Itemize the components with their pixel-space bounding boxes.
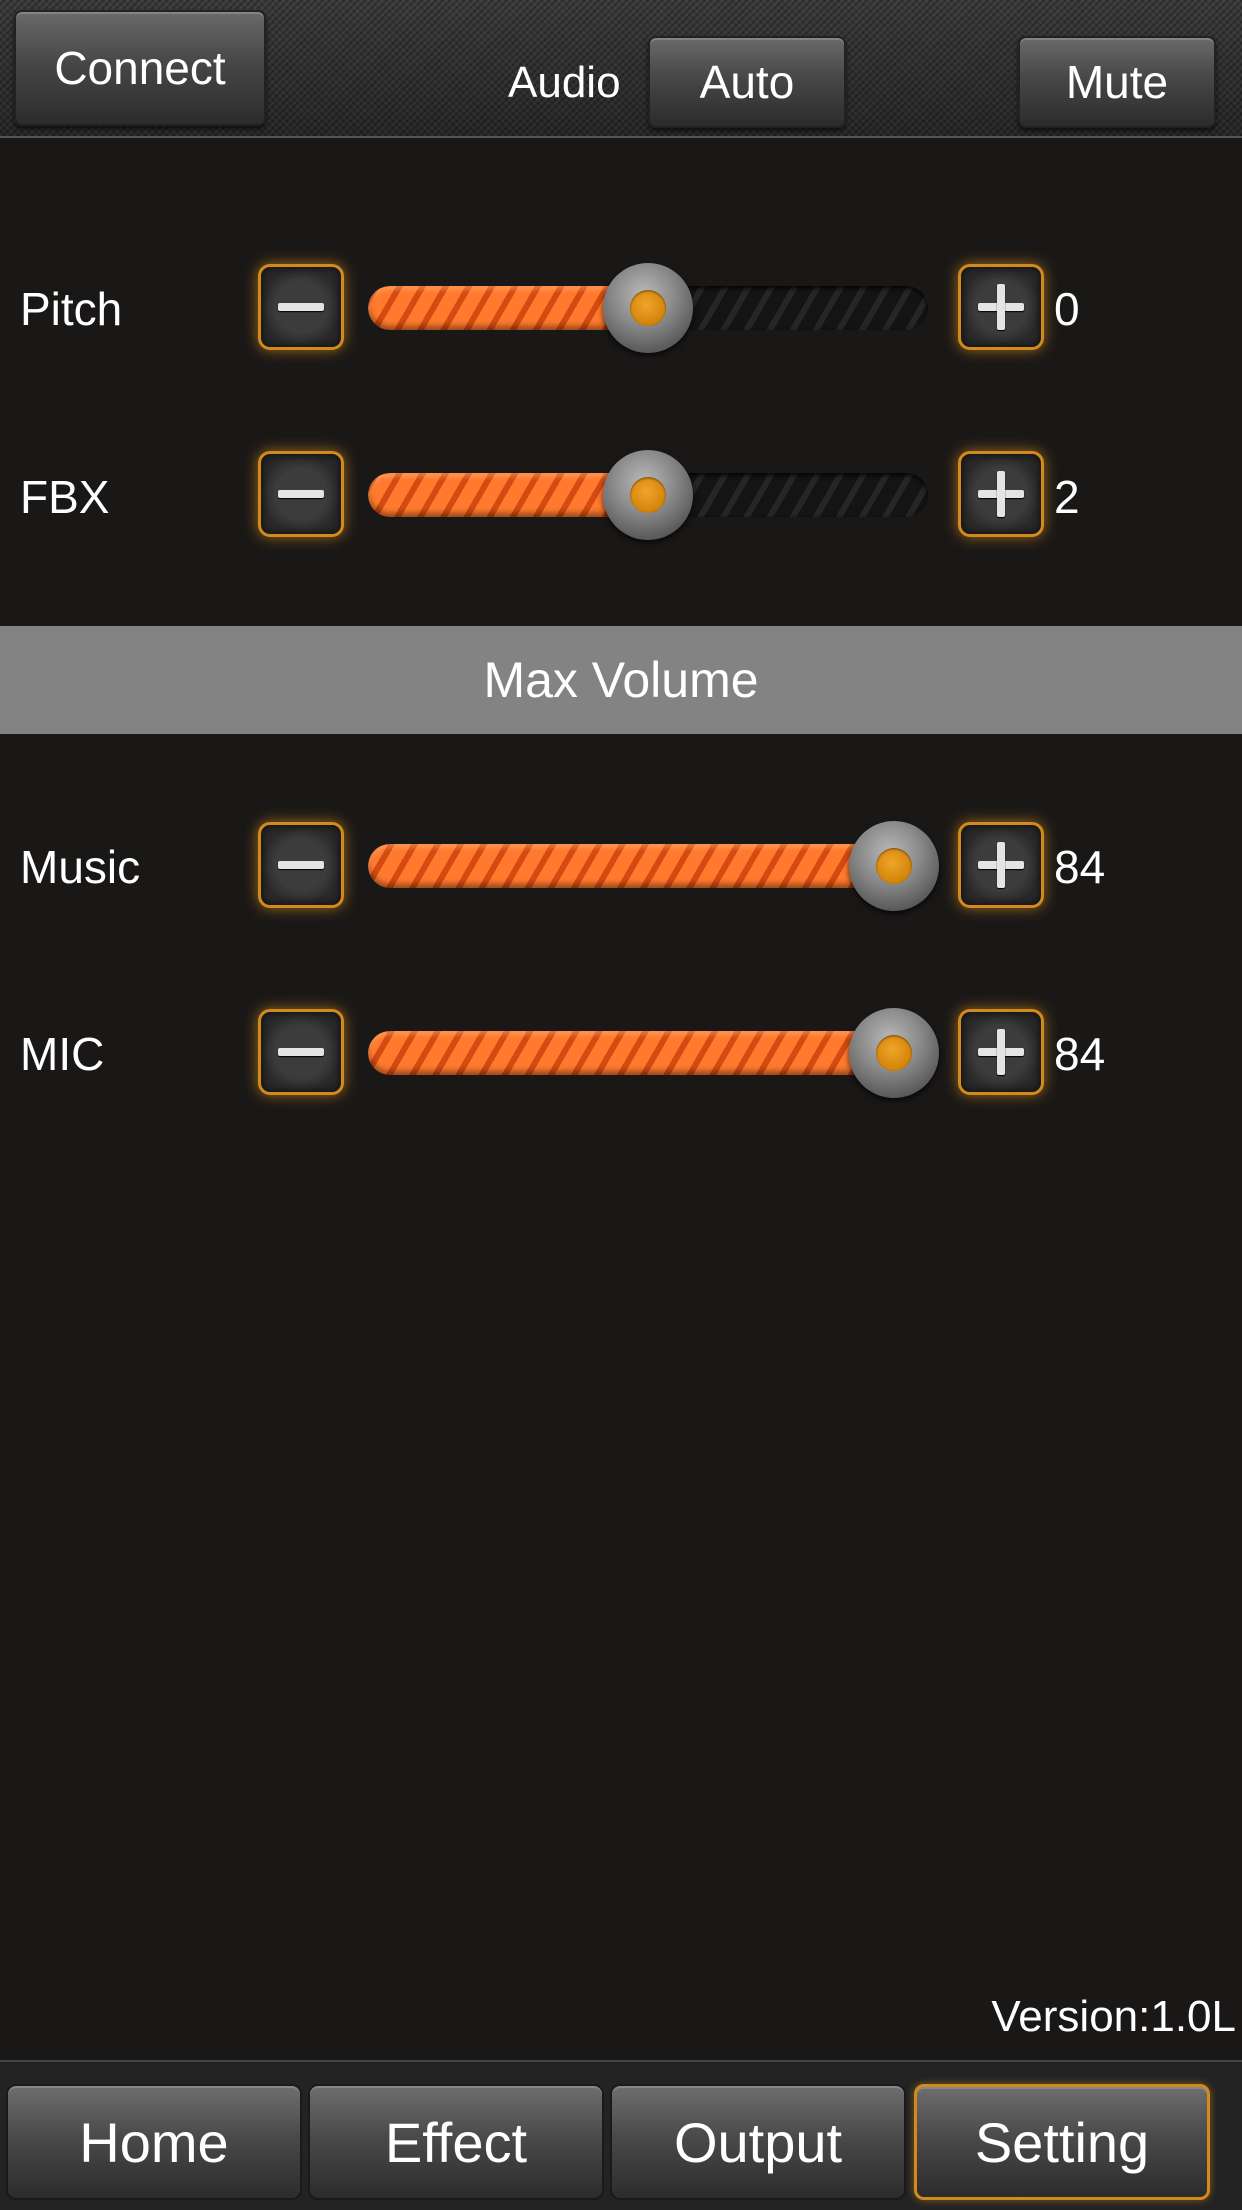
fbx-decrease-button[interactable] [258, 451, 344, 537]
version-label: Version:1.0L [991, 1992, 1236, 2041]
mic-slider-fill [368, 1031, 895, 1075]
mic-label: MIC [20, 1028, 105, 1080]
section-title: Max Volume [483, 652, 759, 708]
mic-slider-track[interactable] [368, 1031, 928, 1075]
fbx-increase-button[interactable] [958, 451, 1044, 537]
pitch-value: 0 [1054, 283, 1080, 335]
bottom-tab-bar: Home Effect Output Setting [0, 2060, 1242, 2210]
music-decrease-button[interactable] [258, 822, 344, 908]
mic-decrease-button[interactable] [258, 1009, 344, 1095]
audio-label: Audio [508, 58, 621, 107]
music-slider-track[interactable] [368, 844, 928, 888]
max-volume-header: Max Volume [0, 626, 1242, 734]
audio-auto-button[interactable]: Auto [648, 36, 846, 128]
music-slider-knob[interactable] [849, 821, 940, 911]
pitch-increase-button[interactable] [958, 264, 1044, 350]
mic-slider-knob[interactable] [849, 1008, 940, 1098]
pitch-slider-knob[interactable] [603, 263, 693, 353]
tab-home[interactable]: Home [6, 2084, 302, 2200]
tab-output[interactable]: Output [610, 2084, 906, 2200]
tab-effect[interactable]: Effect [308, 2084, 604, 2200]
fbx-label: FBX [20, 471, 110, 523]
top-bar: Connect Audio Auto Mute [0, 0, 1242, 138]
pitch-label: Pitch [20, 283, 123, 335]
tab-setting[interactable]: Setting [914, 2084, 1210, 2200]
pitch-decrease-button[interactable] [258, 264, 344, 350]
music-increase-button[interactable] [958, 822, 1044, 908]
fbx-slider-knob[interactable] [603, 450, 693, 540]
mic-value: 84 [1054, 1028, 1106, 1080]
fbx-value: 2 [1054, 471, 1080, 523]
music-label: Music [20, 841, 141, 893]
connect-button[interactable]: Connect [14, 10, 266, 126]
music-slider-fill [368, 844, 895, 888]
mute-button[interactable]: Mute [1018, 36, 1216, 128]
mic-increase-button[interactable] [958, 1009, 1044, 1095]
music-value: 84 [1054, 841, 1106, 893]
